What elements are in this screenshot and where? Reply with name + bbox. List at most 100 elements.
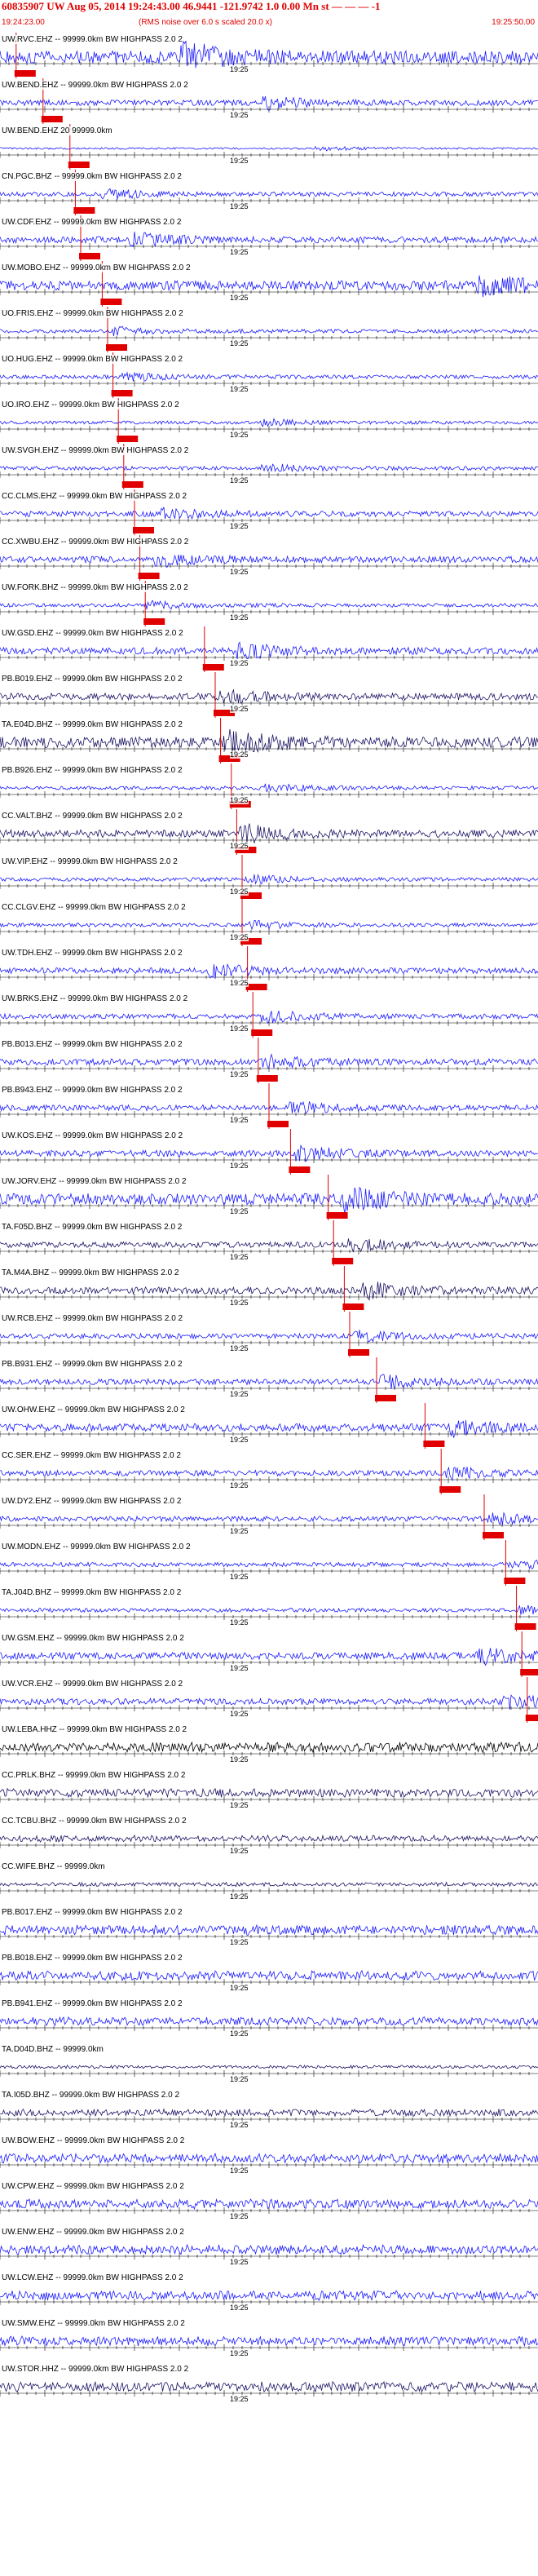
channel-label: PB.B941.EHZ -- 99999.0km BW HIGHPASS 2.0… bbox=[2, 1999, 183, 2008]
tick-label: 19:25 bbox=[230, 1801, 249, 1809]
channel-label: UW.RVC.EHZ -- 99999.0km BW HIGHPASS 2.0 … bbox=[2, 35, 183, 44]
waveform bbox=[0, 371, 538, 382]
trace-row: TA.J04D.BHZ -- 99999.0km BW HIGHPASS 2.0… bbox=[0, 1586, 538, 1631]
pick-marker[interactable] bbox=[68, 162, 90, 168]
trace-row: UW.BEND.EHZ 20 99999.0km 19:25 bbox=[0, 124, 538, 170]
pick-marker[interactable] bbox=[267, 1121, 289, 1127]
start-time: 19:24:23.00 bbox=[2, 18, 45, 27]
tick-label: 19:25 bbox=[230, 887, 249, 896]
channel-label: UW.MODN.EHZ -- 99999.0km BW HIGHPASS 2.0… bbox=[2, 1543, 191, 1551]
tick-label: 19:25 bbox=[230, 1116, 249, 1124]
tick-label: 19:25 bbox=[230, 1938, 249, 1946]
waveform bbox=[0, 507, 538, 520]
tick-label: 19:25 bbox=[230, 979, 249, 987]
trace-row: UW.BEND.EHZ -- 99999.0km BW HIGHPASS 2.0… bbox=[0, 78, 538, 124]
waveform bbox=[0, 418, 538, 427]
tick-label: 19:25 bbox=[230, 1299, 249, 1307]
trace-row: UW.VCR.EHZ -- 99999.0km BW HIGHPASS 2.0 … bbox=[0, 1677, 538, 1723]
trace-row: CC.CLMS.EHZ -- 99999.0km BW HIGHPASS 2.0… bbox=[0, 489, 538, 535]
trace-row: UW.SMW.EHZ -- 99999.0km BW HIGHPASS 2.0 … bbox=[0, 2317, 538, 2362]
pick-marker[interactable] bbox=[504, 1578, 526, 1584]
channel-label: UW.RCB.EHZ -- 99999.0km BW HIGHPASS 2.0 … bbox=[2, 1314, 183, 1323]
trace-row: CC.WIFE.BHZ -- 99999.0km 19:25 bbox=[0, 1860, 538, 1905]
waveform bbox=[0, 600, 538, 610]
tick-label: 19:25 bbox=[230, 522, 249, 530]
waveform bbox=[0, 1053, 538, 1069]
waveform bbox=[0, 783, 538, 793]
channel-label: UW.BRKS.EHZ -- 99999.0km BW HIGHPASS 2.0… bbox=[2, 994, 188, 1003]
waveform bbox=[0, 874, 538, 885]
channel-label: PB.B013.EHZ -- 99999.0km BW HIGHPASS 2.0… bbox=[2, 1040, 183, 1049]
waveform bbox=[0, 1834, 538, 1843]
pick-marker[interactable] bbox=[41, 116, 63, 122]
pick-marker[interactable] bbox=[326, 1212, 348, 1219]
tick-label: 19:25 bbox=[230, 1573, 249, 1581]
channel-label: UW.JORV.EHZ -- 99999.0km BW HIGHPASS 2.0… bbox=[2, 1177, 187, 1186]
pick-marker[interactable] bbox=[202, 664, 224, 671]
pick-marker[interactable] bbox=[138, 573, 160, 579]
pick-marker[interactable] bbox=[342, 1303, 364, 1310]
channel-label: UW.SMW.EHZ -- 99999.0km BW HIGHPASS 2.0 … bbox=[2, 2319, 185, 2328]
pick-marker[interactable] bbox=[245, 984, 267, 990]
waveform bbox=[0, 919, 538, 931]
tick-label: 19:25 bbox=[230, 568, 249, 576]
tick-label: 19:25 bbox=[230, 1481, 249, 1489]
pick-marker[interactable] bbox=[525, 1715, 538, 1721]
pick-marker[interactable] bbox=[121, 481, 143, 488]
pick-marker[interactable] bbox=[100, 299, 122, 305]
channel-label: CC.VALT.BHZ -- 99999.0km BW HIGHPASS 2.0… bbox=[2, 812, 183, 821]
tick-label: 19:25 bbox=[230, 385, 249, 393]
tick-label: 19:25 bbox=[230, 476, 249, 485]
trace-row: PB.B941.EHZ -- 99999.0km BW HIGHPASS 2.0… bbox=[0, 1997, 538, 2043]
channel-label: UW.SVGH.EHZ -- 99999.0km BW HIGHPASS 2.0… bbox=[2, 446, 189, 455]
channel-label: UW.MOBO.EHZ -- 99999.0km BW HIGHPASS 2.0… bbox=[2, 263, 191, 272]
trace-row: UO.HUG.EHZ -- 99999.0km BW HIGHPASS 2.0 … bbox=[0, 352, 538, 398]
trace-row: UO.FRIS.EHZ -- 99999.0km BW HIGHPASS 2.0… bbox=[0, 307, 538, 352]
pick-marker[interactable] bbox=[73, 207, 95, 214]
channel-label: UW.ENW.EHZ -- 99999.0km BW HIGHPASS 2.0 … bbox=[2, 2228, 184, 2237]
trace-row: CC.VALT.BHZ -- 99999.0km BW HIGHPASS 2.0… bbox=[0, 809, 538, 855]
tick-label: 19:25 bbox=[230, 1344, 249, 1352]
trace-row: UW.MOBO.EHZ -- 99999.0km BW HIGHPASS 2.0… bbox=[0, 261, 538, 307]
pick-marker[interactable] bbox=[332, 1258, 354, 1264]
pick-marker[interactable] bbox=[514, 1623, 536, 1630]
pick-marker[interactable] bbox=[289, 1166, 311, 1173]
channel-label: UO.IRO.EHZ -- 99999.0km BW HIGHPASS 2.0 … bbox=[2, 401, 179, 409]
tick-label: 19:25 bbox=[230, 1755, 249, 1764]
trace-row: PB.B926.EHZ -- 99999.0km BW HIGHPASS 2.0… bbox=[0, 764, 538, 809]
event-title: 60835907 UW Aug 05, 2014 19:24:43.00 46.… bbox=[2, 0, 381, 12]
channel-label: TA.D04D.BHZ -- 99999.0km bbox=[2, 2045, 104, 2054]
tick-label: 19:25 bbox=[230, 659, 249, 667]
pick-marker[interactable] bbox=[483, 1532, 504, 1538]
tick-label: 19:25 bbox=[230, 933, 249, 941]
trace-row: UW.STOR.HHZ -- 99999.0km BW HIGHPASS 2.0… bbox=[0, 2362, 538, 2408]
pick-marker[interactable] bbox=[423, 1441, 445, 1447]
pick-marker[interactable] bbox=[117, 436, 139, 442]
pick-marker[interactable] bbox=[79, 253, 100, 259]
pick-marker[interactable] bbox=[106, 344, 127, 351]
tick-label: 19:25 bbox=[230, 2167, 249, 2175]
pick-marker[interactable] bbox=[520, 1669, 538, 1675]
pick-marker[interactable] bbox=[111, 390, 133, 396]
pick-marker[interactable] bbox=[375, 1395, 396, 1401]
pick-marker[interactable] bbox=[348, 1349, 369, 1356]
tick-label: 19:25 bbox=[230, 248, 249, 256]
channel-label: UW.LCW.EHZ -- 99999.0km BW HIGHPASS 2.0 … bbox=[2, 2273, 183, 2282]
pick-marker[interactable] bbox=[439, 1486, 461, 1493]
tick-label: 19:25 bbox=[230, 2075, 249, 2083]
pick-marker[interactable] bbox=[14, 70, 36, 77]
trace-row: UW.GSD.EHZ -- 99999.0km BW HIGHPASS 2.0 … bbox=[0, 626, 538, 672]
channel-label: CC.CLGV.EHZ -- 99999.0km BW HIGHPASS 2.0… bbox=[2, 903, 186, 912]
trace-row: PB.B017.EHZ -- 99999.0km BW HIGHPASS 2.0… bbox=[0, 1905, 538, 1951]
trace-row: UW.DY2.EHZ -- 99999.0km BW HIGHPASS 2.0 … bbox=[0, 1494, 538, 1540]
channel-label: PB.B931.EHZ -- 99999.0km BW HIGHPASS 2.0… bbox=[2, 1360, 183, 1369]
pick-marker[interactable] bbox=[256, 1075, 278, 1082]
tick-label: 19:25 bbox=[230, 1892, 249, 1901]
pick-marker[interactable] bbox=[251, 1029, 273, 1036]
trace-row: UW.CPW.EHZ -- 99999.0km BW HIGHPASS 2.0 … bbox=[0, 2180, 538, 2225]
tick-label: 19:25 bbox=[230, 1207, 249, 1215]
channel-label: PB.B943.EHZ -- 99999.0km BW HIGHPASS 2.0… bbox=[2, 1086, 183, 1095]
channel-label: UW.LEBA.HHZ -- 99999.0km BW HIGHPASS 2.0… bbox=[2, 1725, 187, 1734]
pick-marker[interactable] bbox=[143, 618, 165, 625]
pick-marker[interactable] bbox=[133, 527, 154, 533]
